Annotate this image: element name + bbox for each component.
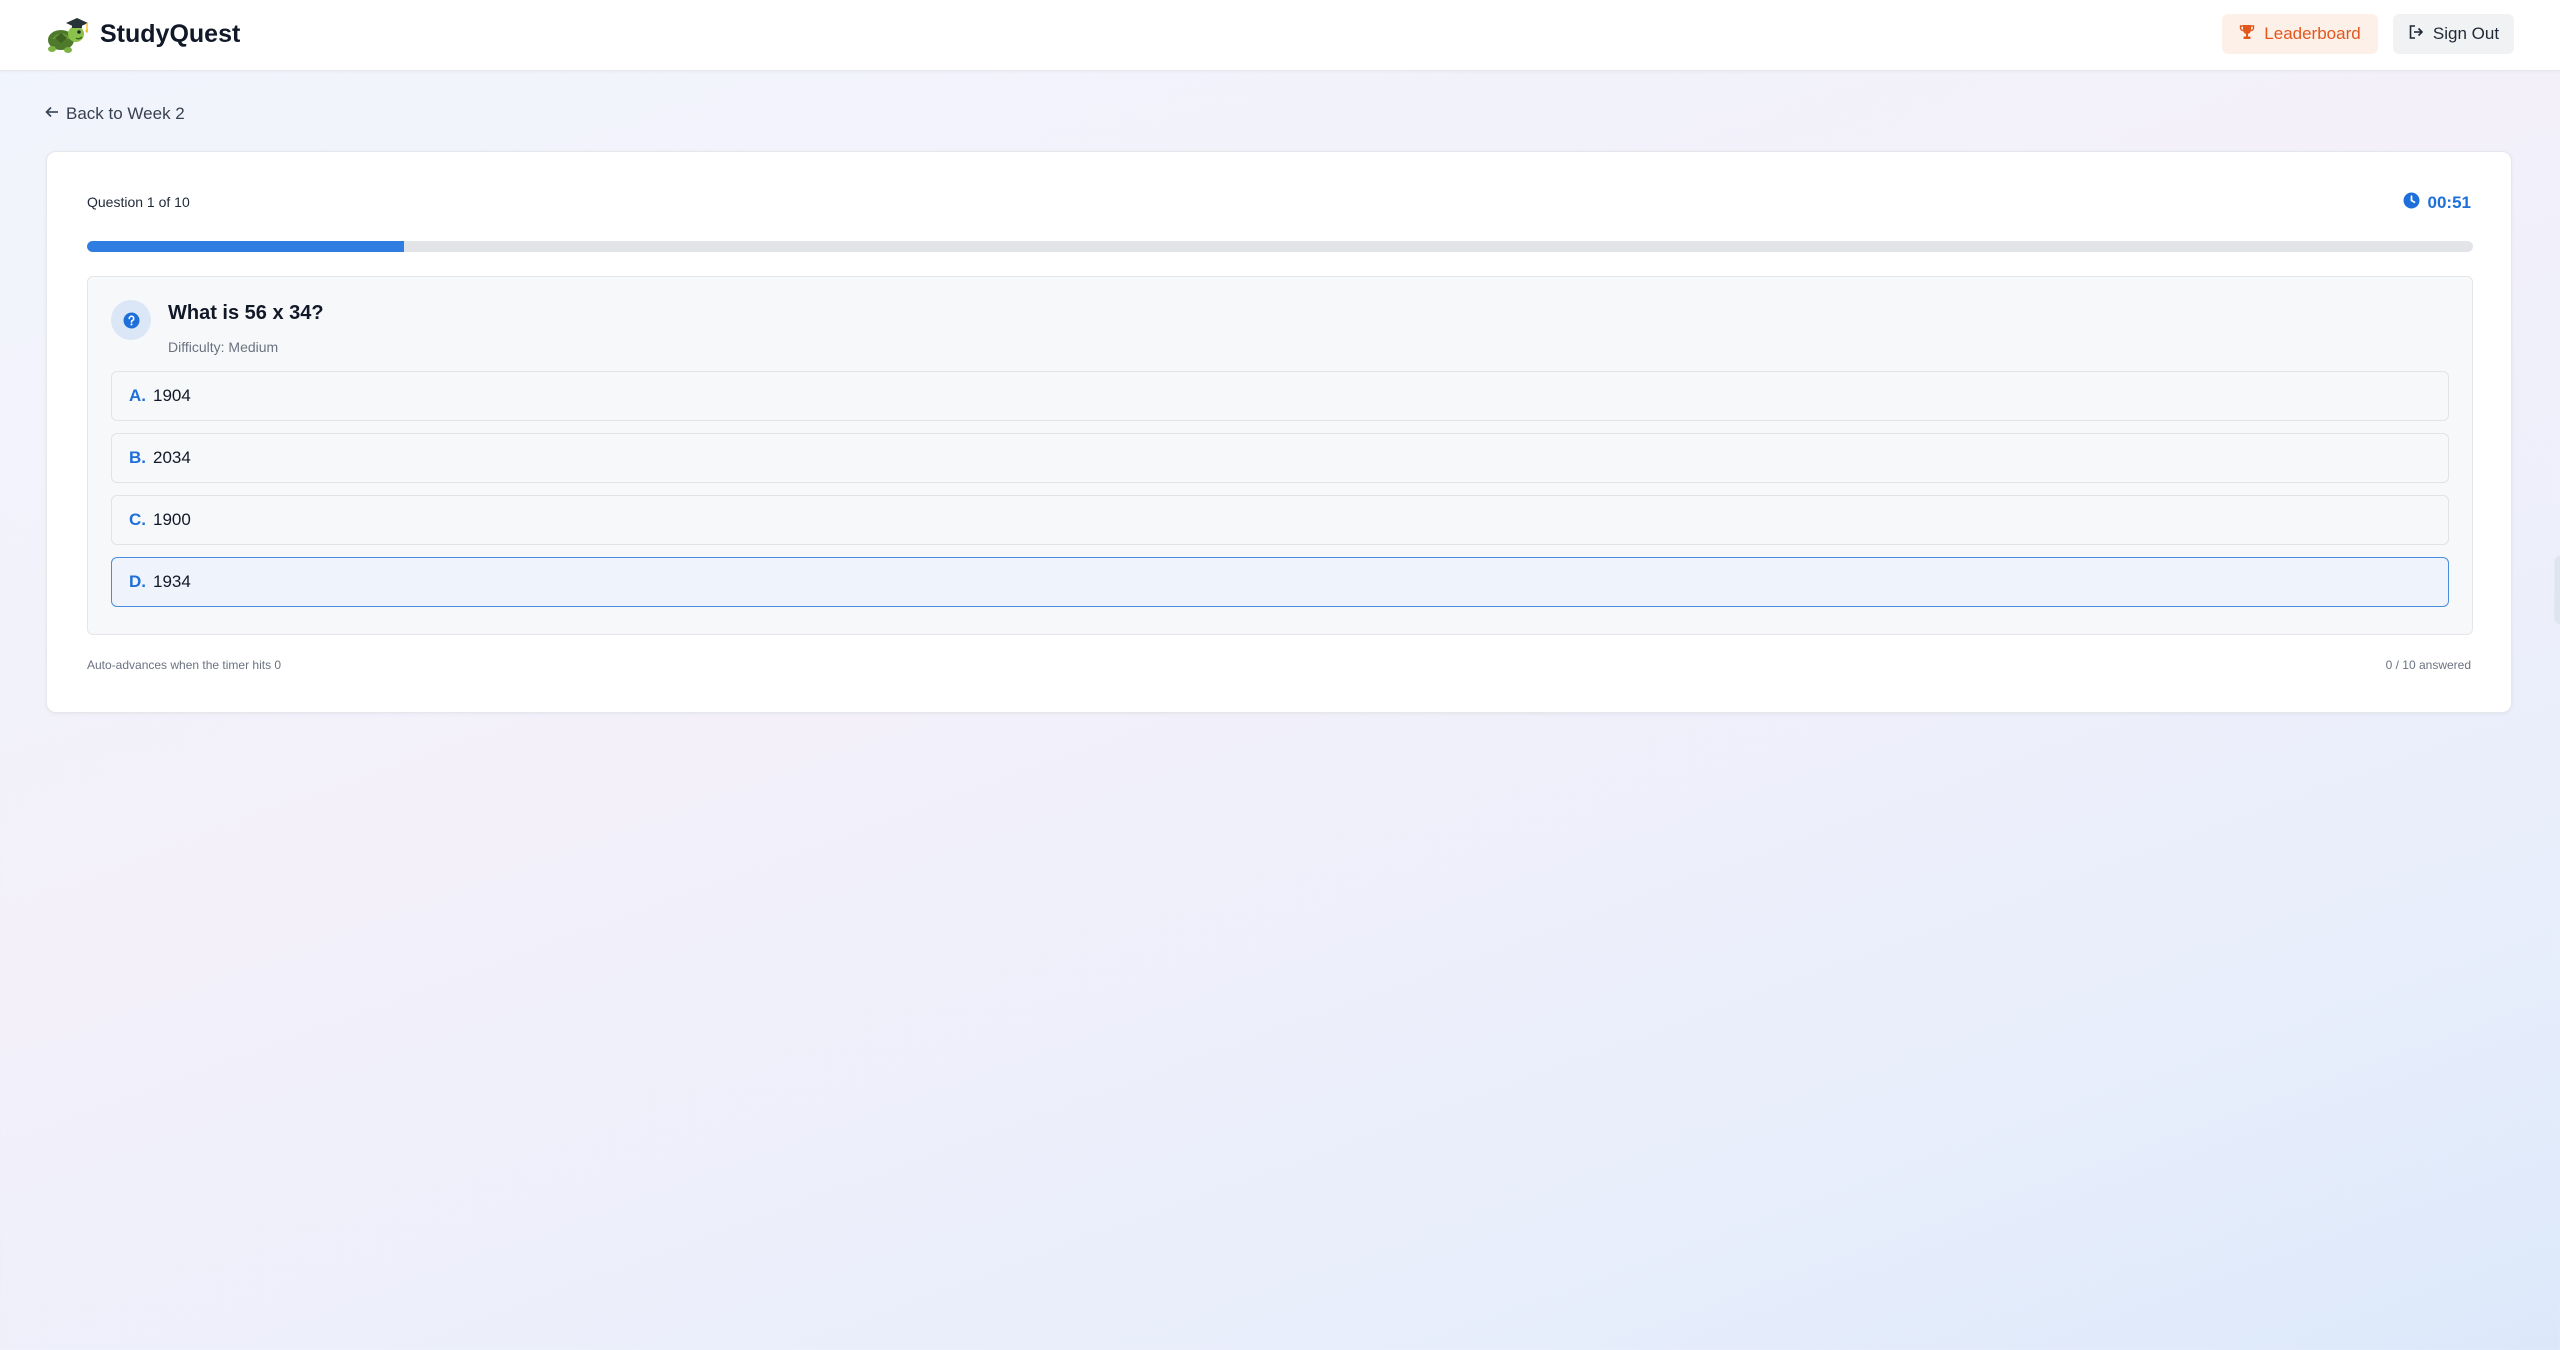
option-letter: A. <box>129 386 146 405</box>
quiz-card: Question 1 of 10 00:51 What is 56 x 34? … <box>46 151 2512 713</box>
question-difficulty: Difficulty: Medium <box>168 339 279 355</box>
sign-out-icon <box>2408 24 2424 45</box>
question-counter: Question 1 of 10 <box>87 194 190 210</box>
turtle-graduate-icon <box>44 12 89 56</box>
app-name: StudyQuest <box>100 19 241 48</box>
back-to-week-link[interactable]: Back to Week 2 <box>45 103 185 125</box>
top-navigation-bar: StudyQuest Leaderboard Sign Out <box>0 0 2560 71</box>
sign-out-button[interactable]: Sign Out <box>2393 14 2514 54</box>
option-text: 1904 <box>153 386 191 405</box>
quiz-progress-fill <box>87 241 405 252</box>
arrow-left-icon <box>45 104 59 124</box>
answer-option-d[interactable]: D. 1934 <box>111 557 2449 607</box>
leaderboard-button[interactable]: Leaderboard <box>2222 14 2378 54</box>
auto-advance-note: Auto-advances when the timer hits 0 <box>87 658 282 672</box>
side-drawer-handle[interactable] <box>2556 556 2560 624</box>
answer-option-b[interactable]: B. 2034 <box>111 433 2449 483</box>
question-panel: What is 56 x 34? Difficulty: Medium A. 1… <box>87 276 2473 635</box>
option-text: 2034 <box>153 448 191 467</box>
option-text: 1900 <box>153 510 191 529</box>
leaderboard-label: Leaderboard <box>2264 24 2361 43</box>
option-letter: C. <box>129 510 146 529</box>
option-letter: B. <box>129 448 146 467</box>
back-label: Back to Week 2 <box>66 104 185 123</box>
trophy-icon <box>2239 24 2255 45</box>
answer-option-c[interactable]: C. 1900 <box>111 495 2449 545</box>
clock-icon <box>2403 192 2420 214</box>
quiz-progress-bar <box>87 241 2473 252</box>
answer-option-a[interactable]: A. 1904 <box>111 371 2449 421</box>
answered-count: 0 / 10 answered <box>2385 658 2471 672</box>
option-text: 1934 <box>153 572 191 591</box>
option-letter: D. <box>129 572 146 591</box>
countdown-timer: 00:51 <box>2403 192 2471 214</box>
brand[interactable]: StudyQuest <box>44 12 240 56</box>
question-text: What is 56 x 34? <box>168 302 324 324</box>
sign-out-label: Sign Out <box>2432 24 2500 43</box>
question-circle-icon <box>111 300 151 340</box>
timer-value: 00:51 <box>2427 193 2471 212</box>
